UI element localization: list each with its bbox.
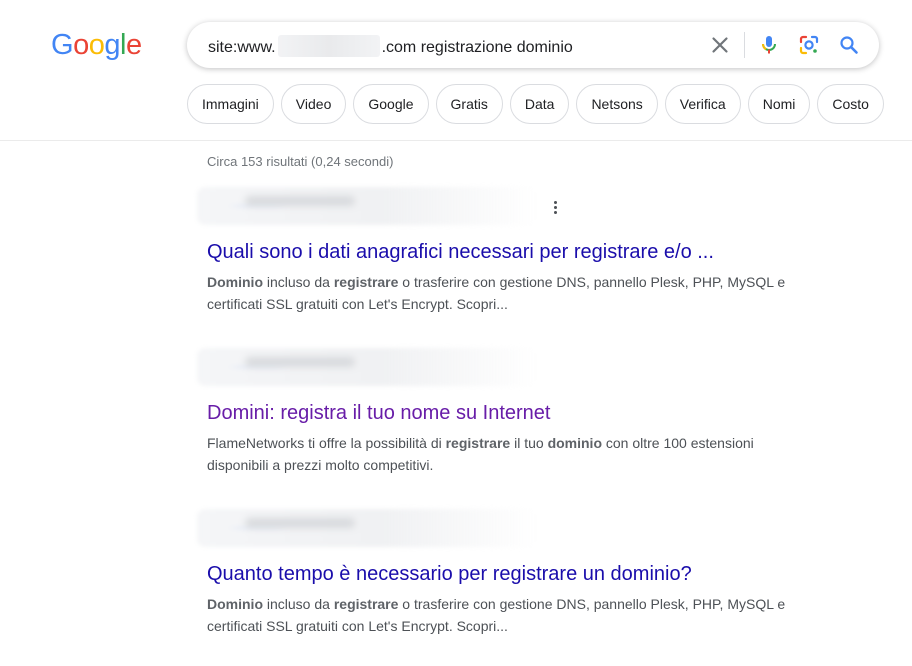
- result-title-link[interactable]: Domini: registra il tuo nome su Internet: [207, 400, 807, 426]
- snippet-highlight: dominio: [547, 435, 602, 451]
- chip-costo[interactable]: Costo: [817, 84, 884, 124]
- google-logo[interactable]: Google: [51, 29, 142, 62]
- search-button[interactable]: [837, 33, 861, 57]
- result-snippet: Dominio incluso da registrare o trasferi…: [207, 271, 797, 315]
- google-lens-icon: [799, 35, 819, 55]
- logo-letter: e: [125, 29, 142, 61]
- snippet-text: incluso da: [263, 596, 334, 612]
- search-input[interactable]: site:www. .com registrazione dominio: [208, 35, 573, 57]
- result-source[interactable]: [197, 187, 807, 227]
- result-snippet: FlameNetworks ti offre la possibilità di…: [207, 432, 797, 476]
- snippet-highlight: Dominio: [207, 274, 263, 290]
- chip-google[interactable]: Google: [353, 84, 429, 124]
- chip-gratis[interactable]: Gratis: [435, 84, 503, 124]
- microphone-icon: [761, 36, 776, 54]
- snippet-highlight: registrare: [333, 596, 399, 612]
- result-stats: Circa 153 risultati (0,24 secondi): [207, 154, 394, 169]
- header-divider: [0, 140, 912, 141]
- close-icon: [712, 37, 728, 53]
- blurred-site-info: [197, 509, 537, 547]
- snippet-text: FlameNetworks ti offre la possibilità di: [207, 435, 446, 451]
- result-snippet: Dominio incluso da registrare o trasferi…: [207, 593, 797, 637]
- result-title-link[interactable]: Quali sono i dati anagrafici necessari p…: [207, 239, 807, 265]
- search-result: Quali sono i dati anagrafici necessari p…: [197, 187, 807, 315]
- search-divider: [744, 32, 745, 58]
- search-result: Quanto tempo è necessario per registrare…: [197, 509, 807, 637]
- chip-data[interactable]: Data: [509, 84, 570, 124]
- more-options-icon[interactable]: [548, 199, 562, 215]
- clear-search-button[interactable]: [708, 33, 732, 57]
- search-icon: [840, 36, 858, 54]
- blurred-site-info: [197, 348, 537, 386]
- chip-immagini[interactable]: Immagini: [187, 84, 274, 124]
- snippet-highlight: registrare: [445, 435, 511, 451]
- snippet-highlight: registrare: [333, 274, 399, 290]
- lens-search-button[interactable]: [797, 33, 821, 57]
- result-source[interactable]: [197, 509, 807, 549]
- search-box[interactable]: site:www. .com registrazione dominio: [187, 22, 879, 68]
- logo-letter: g: [104, 29, 120, 61]
- result-source[interactable]: [197, 348, 807, 388]
- chip-nomi[interactable]: Nomi: [747, 84, 811, 124]
- redacted-domain: [277, 35, 380, 57]
- search-result: Domini: registra il tuo nome su Internet…: [197, 348, 807, 476]
- chip-video[interactable]: Video: [280, 84, 347, 124]
- query-suffix: .com registrazione dominio: [381, 39, 573, 56]
- logo-letter: o: [73, 29, 89, 61]
- chip-verifica[interactable]: Verifica: [664, 84, 741, 124]
- snippet-text: incluso da: [263, 274, 334, 290]
- snippet-highlight: Dominio: [207, 596, 263, 612]
- logo-letter: o: [88, 29, 105, 61]
- blurred-site-info: [197, 187, 537, 225]
- chip-netsons[interactable]: Netsons: [576, 84, 658, 124]
- snippet-text: il tuo: [510, 435, 548, 451]
- filter-chips: Immagini Video Google Gratis Data Netsons Veri…: [187, 84, 891, 124]
- query-prefix: site:www.: [208, 39, 276, 56]
- voice-search-button[interactable]: [757, 33, 781, 57]
- result-title-link[interactable]: Quanto tempo è necessario per registrare…: [207, 561, 807, 587]
- logo-letter: G: [51, 29, 74, 61]
